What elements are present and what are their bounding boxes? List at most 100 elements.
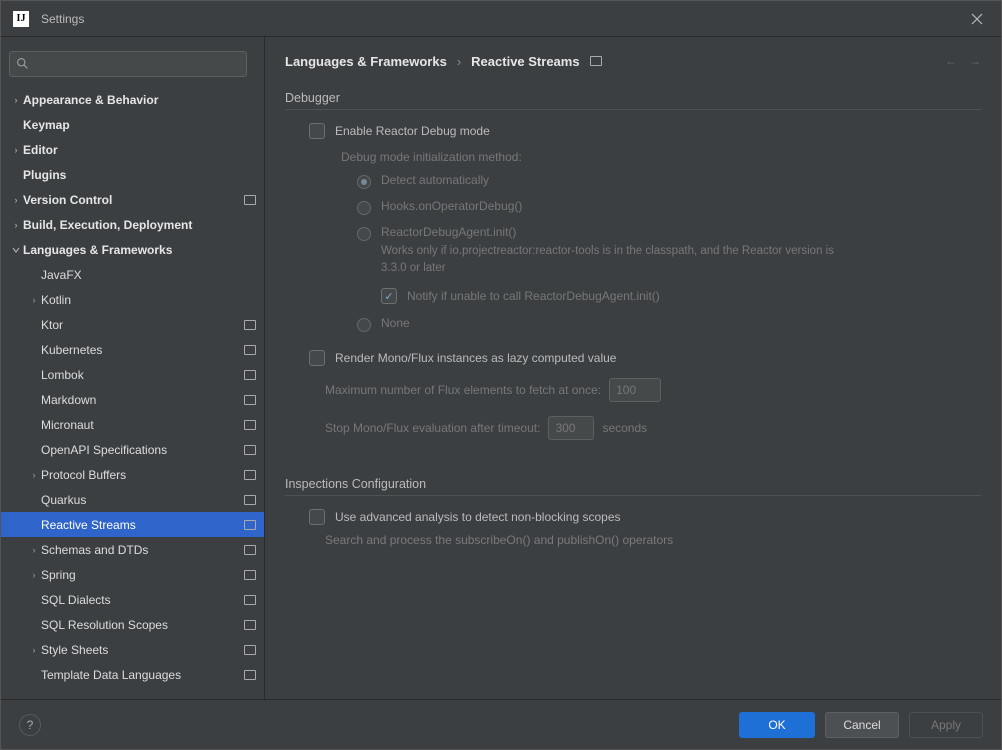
titlebar: IJ Settings [1,1,1001,37]
project-scope-icon [244,645,256,655]
tree-item[interactable]: Micronaut [1,412,264,437]
chevron-right-icon[interactable]: › [27,570,41,580]
tree-item-label: Plugins [23,168,256,182]
radio-none[interactable] [357,318,371,332]
label-timeout: Stop Mono/Flux evaluation after timeout: [325,421,540,435]
cancel-button[interactable]: Cancel [825,712,899,738]
tree-item[interactable]: Keymap [1,112,264,137]
tree-item-label: Build, Execution, Deployment [23,218,256,232]
tree-item-label: Micronaut [41,418,238,432]
tree-item[interactable]: Plugins [1,162,264,187]
checkbox-advanced-analysis[interactable] [309,509,325,525]
window-title: Settings [41,12,84,26]
chevron-right-icon[interactable]: › [9,220,23,230]
helper-agent: Works only if io.projectreactor:reactor-… [381,243,861,276]
tree-item[interactable]: JavaFX [1,262,264,287]
tree-item-label: Markdown [41,393,238,407]
tree-item-label: Appearance & Behavior [23,93,256,107]
tree-item-label: Reactive Streams [41,518,238,532]
radio-hooks[interactable] [357,201,371,215]
chevron-right-icon[interactable]: › [27,545,41,555]
tree-item[interactable]: ›Protocol Buffers [1,462,264,487]
tree-item[interactable]: Reactive Streams [1,512,264,537]
breadcrumb-seg-2: Reactive Streams [471,54,579,69]
tree-item[interactable]: Template Data Languages [1,662,264,687]
project-scope-icon [244,370,256,380]
section-title-inspections: Inspections Configuration [285,477,981,496]
tree-item[interactable]: Lombok [1,362,264,387]
project-scope-icon [244,395,256,405]
chevron-down-icon[interactable] [9,246,23,254]
main-panel: Languages & Frameworks › Reactive Stream… [265,37,1001,699]
tree-item[interactable]: OpenAPI Specifications [1,437,264,462]
sidebar: ›Appearance & BehaviorKeymap›EditorPlugi… [1,37,265,699]
tree-item-label: Lombok [41,368,238,382]
close-icon[interactable] [965,7,989,31]
tree-item-label: SQL Dialects [41,593,238,607]
nav-forward-icon[interactable]: → [969,54,981,68]
project-scope-icon [244,670,256,680]
chevron-right-icon[interactable]: › [27,645,41,655]
tree-item-label: Version Control [23,193,238,207]
label-notify-agent: Notify if unable to call ReactorDebugAge… [407,289,660,303]
help-button[interactable]: ? [19,714,41,736]
tree-item[interactable]: SQL Dialects [1,587,264,612]
tree-item-label: Languages & Frameworks [23,243,256,257]
app-icon: IJ [13,11,29,27]
tree-item[interactable]: SQL Resolution Scopes [1,612,264,637]
chevron-right-icon[interactable]: › [9,95,23,105]
label-detect-auto: Detect automatically [381,173,489,187]
nav-back-icon[interactable]: ← [945,54,957,68]
search-field[interactable] [9,51,247,77]
ok-button[interactable]: OK [739,712,815,738]
project-scope-icon [244,320,256,330]
search-input[interactable] [34,57,240,71]
tree-item-label: SQL Resolution Scopes [41,618,238,632]
label-enable-reactor-debug: Enable Reactor Debug mode [335,124,490,138]
tree-item[interactable]: ›Appearance & Behavior [1,87,264,112]
tree-item[interactable]: ›Editor [1,137,264,162]
breadcrumb-seg-1: Languages & Frameworks [285,54,447,69]
tree-item[interactable]: ›Schemas and DTDs [1,537,264,562]
project-scope-icon [244,420,256,430]
tree-item-label: Style Sheets [41,643,238,657]
chevron-right-icon[interactable]: › [9,145,23,155]
label-hooks: Hooks.onOperatorDebug() [381,199,522,213]
chevron-right-icon[interactable]: › [27,295,41,305]
tree-item[interactable]: Languages & Frameworks [1,237,264,262]
settings-tree[interactable]: ›Appearance & BehaviorKeymap›EditorPlugi… [1,87,264,699]
input-max-flux[interactable] [609,378,661,402]
radio-agent[interactable] [357,227,371,241]
tree-item[interactable]: Ktor [1,312,264,337]
tree-item-label: Kubernetes [41,343,238,357]
tree-item[interactable]: Markdown [1,387,264,412]
tree-item-label: Quarkus [41,493,238,507]
checkbox-notify-agent[interactable] [381,288,397,304]
tree-item-label: Protocol Buffers [41,468,238,482]
tree-item-label: OpenAPI Specifications [41,443,238,457]
chevron-right-icon: › [457,54,461,69]
input-timeout[interactable] [548,416,594,440]
label-none: None [381,316,410,330]
tree-item[interactable]: ›Style Sheets [1,637,264,662]
helper-advanced-analysis: Search and process the subscribeOn() and… [285,530,981,555]
project-scope-icon [244,570,256,580]
tree-item[interactable]: ›Kotlin [1,287,264,312]
tree-item[interactable]: ›Build, Execution, Deployment [1,212,264,237]
tree-item[interactable]: Quarkus [1,487,264,512]
radio-detect-auto[interactable] [357,175,371,189]
tree-item[interactable]: ›Version Control [1,187,264,212]
chevron-right-icon[interactable]: › [27,470,41,480]
tree-item-label: Kotlin [41,293,256,307]
label-timeout-unit: seconds [602,421,647,435]
chevron-right-icon[interactable]: › [9,195,23,205]
label-agent: ReactorDebugAgent.init() [381,225,861,239]
project-scope-icon [590,56,602,66]
apply-button[interactable]: Apply [909,712,983,738]
tree-item[interactable]: ›Spring [1,562,264,587]
checkbox-enable-reactor-debug[interactable] [309,123,325,139]
checkbox-render-lazy[interactable] [309,350,325,366]
tree-item[interactable]: Kubernetes [1,337,264,362]
project-scope-icon [244,195,256,205]
project-scope-icon [244,470,256,480]
